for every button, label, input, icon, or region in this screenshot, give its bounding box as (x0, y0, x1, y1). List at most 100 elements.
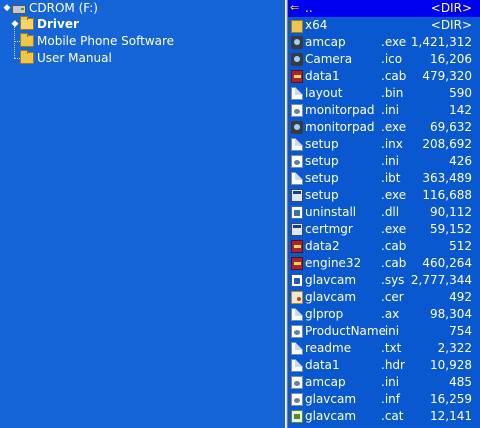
file-row[interactable]: glavcam .cer 492 (288, 289, 480, 306)
file-name: setup (305, 171, 339, 185)
file-name: amcap (305, 35, 346, 49)
cabinet-icon (291, 240, 303, 253)
file-size: <DIR> (430, 18, 472, 32)
file-extension: .exe (381, 222, 407, 236)
file-row[interactable]: Camera .ico 16,206 (288, 51, 480, 68)
file-row[interactable]: setup .exe 116,688 (288, 187, 480, 204)
file-size: 59,152 (430, 222, 472, 236)
file-size: 2,777,344 (410, 273, 472, 287)
tree-item-mobile-phone-software[interactable]: Mobile Phone Software (20, 33, 174, 49)
file-extension: .txt (381, 341, 402, 355)
file-row[interactable]: engine32 .cab 460,264 (288, 255, 480, 272)
file-name: glavcam (305, 273, 357, 287)
file-size: 69,632 (430, 120, 472, 134)
folder-row[interactable]: x64 <DIR> (288, 17, 480, 34)
application-icon (291, 223, 303, 236)
file-size: 16,206 (430, 52, 472, 66)
file-row[interactable]: glprop .ax 98,304 (288, 306, 480, 323)
file-row[interactable]: ProductName .ini 754 (288, 323, 480, 340)
file-name: engine32 (305, 256, 362, 270)
file-row[interactable]: amcap .exe 1,421,312 (288, 34, 480, 51)
expand-toggle-icon[interactable]: ◆ (2, 0, 12, 16)
file-name: setup (305, 154, 339, 168)
file-list-pane[interactable]: ..<DIR>x64<DIR>amcap.exe1,421,312Camera.… (288, 0, 480, 428)
file-row[interactable]: uninstall .dll 90,112 (288, 204, 480, 221)
file-row[interactable]: setup .inx 208,692 (288, 136, 480, 153)
file-row[interactable]: readme .txt 2,322 (288, 340, 480, 357)
file-size: 479,320 (422, 69, 472, 83)
file-row[interactable]: setup .ini 426 (288, 153, 480, 170)
file-extension: .bin (381, 86, 404, 100)
file-size: 10,928 (430, 358, 472, 372)
file-name: setup (305, 188, 339, 202)
file-name: amcap (305, 375, 346, 389)
file-size: 142 (449, 103, 472, 117)
file-size: 116,688 (422, 188, 472, 202)
file-extension: .ax (381, 307, 400, 321)
application-icon (291, 121, 303, 134)
file-extension: .ico (381, 52, 403, 66)
catalog-icon (291, 410, 303, 423)
file-size: 460,264 (422, 256, 472, 270)
file-row[interactable]: monitorpad .exe 69,632 (288, 119, 480, 136)
file-row[interactable]: setup .ibt 363,489 (288, 170, 480, 187)
file-size: <DIR> (430, 1, 472, 15)
file-row[interactable]: amcap .ini 485 (288, 374, 480, 391)
file-extension: .dll (381, 205, 400, 219)
file-extension: .exe (381, 35, 407, 49)
file-extension: .cab (381, 239, 407, 253)
file-row[interactable]: data1 .cab 479,320 (288, 68, 480, 85)
settings-file-icon (291, 393, 303, 406)
tree-item-cdrom[interactable]: ◆ CDROM (F:) (2, 0, 98, 16)
folder-row[interactable]: .. <DIR> (288, 0, 480, 17)
file-row[interactable]: data2 .cab 512 (288, 238, 480, 255)
file-row[interactable]: layout .bin 590 (288, 85, 480, 102)
file-size: 492 (449, 290, 472, 304)
file-row[interactable]: monitorpad .ini 142 (288, 102, 480, 119)
cabinet-icon (291, 257, 303, 270)
file-name: certmgr (305, 222, 353, 236)
file-row[interactable]: certmgr .exe 59,152 (288, 221, 480, 238)
file-name: readme (305, 341, 352, 355)
file-name: .. (305, 1, 313, 15)
file-size: 208,692 (422, 137, 472, 151)
file-row[interactable]: glavcam .inf 16,259 (288, 391, 480, 408)
file-extension: .ini (381, 375, 400, 389)
file-size: 426 (449, 154, 472, 168)
file-size: 16,259 (430, 392, 472, 406)
file-row[interactable]: glavcam .cat 12,141 (288, 408, 480, 425)
file-row[interactable]: glavcam .sys 2,777,344 (288, 272, 480, 289)
file-name: monitorpad (305, 103, 375, 117)
tree-item-label: Driver (37, 17, 79, 31)
file-extension: .exe (381, 188, 407, 202)
file-extension: .cat (381, 409, 404, 423)
file-name: Camera (305, 52, 353, 66)
expand-toggle-icon[interactable]: ◆ (10, 16, 20, 32)
file-name: monitorpad (305, 120, 375, 134)
tree-item-label: CDROM (F:) (29, 1, 98, 15)
file-extension: .cab (381, 69, 407, 83)
tree-item-user-manual[interactable]: User Manual (20, 50, 112, 66)
folder-icon (20, 50, 34, 64)
file-name: setup (305, 137, 339, 151)
file-size: 512 (449, 239, 472, 253)
file-size: 90,112 (430, 205, 472, 219)
document-icon (291, 138, 303, 151)
file-extension: .inf (381, 392, 400, 406)
file-row[interactable]: data1 .hdr 10,928 (288, 357, 480, 374)
file-extension: .ini (381, 154, 400, 168)
file-size: 590 (449, 86, 472, 100)
file-name: glprop (305, 307, 344, 321)
file-extension: .ibt (381, 171, 401, 185)
tree-item-driver[interactable]: ◆ Driver (10, 16, 79, 32)
file-name: ProductName (305, 324, 386, 338)
file-extension: .hdr (381, 358, 405, 372)
file-name: glavcam (305, 409, 357, 423)
folder-tree-pane[interactable]: ◆ CDROM (F:) ◆ Driver Mobile Phone Softw… (0, 0, 285, 428)
document-icon (291, 342, 303, 355)
file-name: data1 (305, 358, 340, 372)
document-icon (291, 359, 303, 372)
file-name: data2 (305, 239, 340, 253)
file-extension: .ini (381, 103, 400, 117)
file-extension: .sys (381, 273, 405, 287)
